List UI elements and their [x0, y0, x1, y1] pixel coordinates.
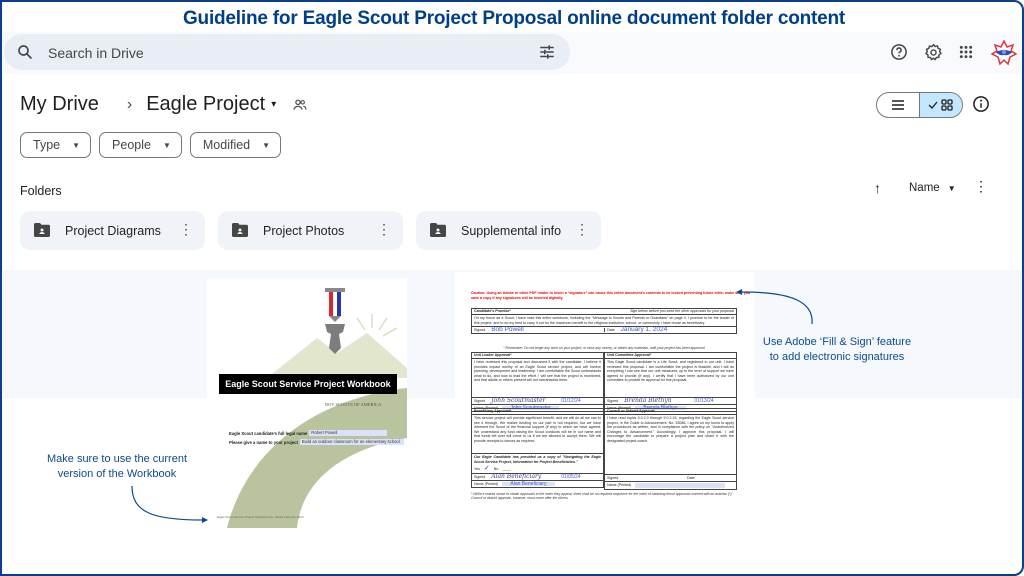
signature-annotation: Use Adobe ‘Fill & Sign’ feature to add e…	[742, 335, 932, 365]
workbook-arrowhead	[202, 517, 208, 523]
signature-arrow	[741, 291, 813, 325]
annotation-line: to add electronic signatures	[769, 351, 905, 363]
slide-frame: Guideline for Eagle Scout Project Propos…	[0, 0, 1024, 576]
annotation-line: Use Adobe ‘Fill & Sign’ feature	[762, 336, 912, 348]
annotation-arrows	[131, 289, 813, 523]
workbook-arrow	[131, 485, 203, 521]
signature-arrowhead	[736, 289, 742, 295]
